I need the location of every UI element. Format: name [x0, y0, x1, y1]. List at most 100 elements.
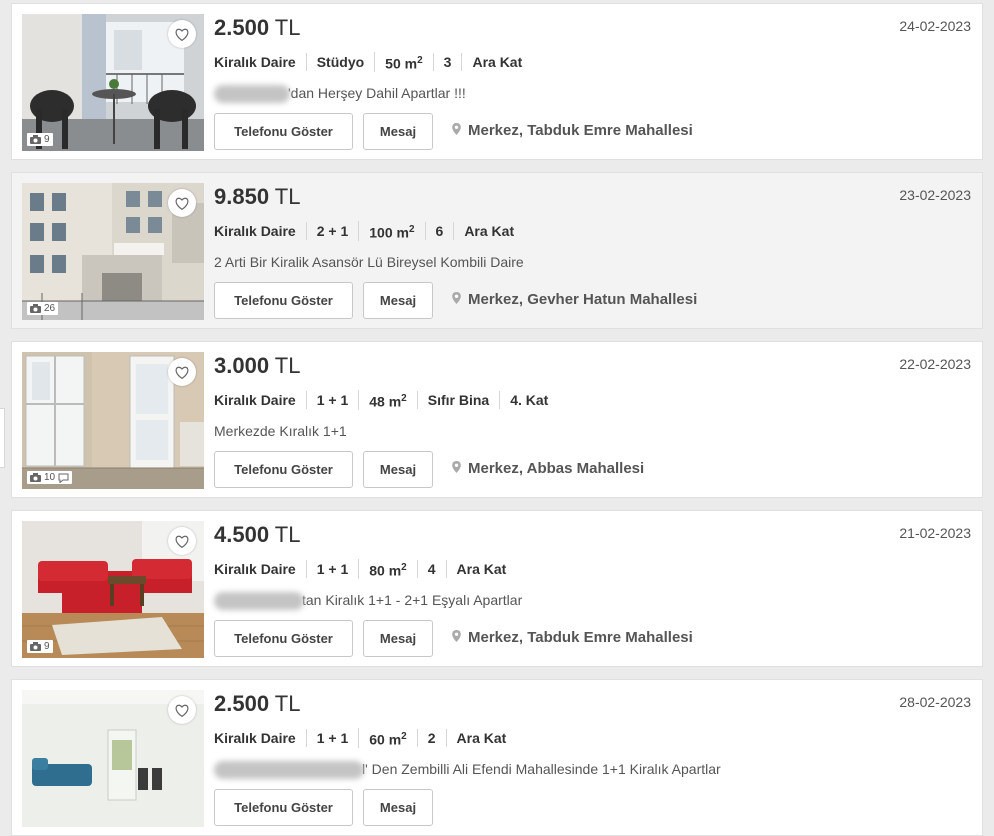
- listing-title[interactable]: Merkezde Kıralık 1+1: [214, 423, 347, 439]
- show-phone-button[interactable]: Telefonu Göster: [214, 451, 353, 488]
- listing-title-text: Merkezde Kıralık 1+1: [214, 423, 347, 439]
- message-button[interactable]: Mesaj: [363, 620, 433, 657]
- favorite-button[interactable]: [168, 358, 196, 386]
- price-amount: 3.000: [214, 353, 270, 378]
- price-amount: 9.850: [214, 184, 270, 209]
- listing-card[interactable]: 9 2.500 TL 24-02-2023 Kiralık Daire Stüd…: [11, 3, 983, 160]
- spec-area-value: 60 m: [369, 731, 402, 748]
- spec-rooms: Stüdyo: [305, 53, 374, 71]
- listing-title[interactable]: tan Kiralık 1+1 - 2+1 Eşyalı Apartlar: [214, 592, 523, 611]
- favorite-button[interactable]: [168, 696, 196, 724]
- spec-area: 80 m2: [358, 558, 416, 580]
- redacted-text: [214, 761, 364, 780]
- listing-date: 24-02-2023: [899, 18, 971, 34]
- redacted-text: [214, 85, 290, 104]
- spec-area-unit-sup: 2: [401, 730, 407, 742]
- map-pin-icon: [452, 629, 461, 646]
- message-button[interactable]: Mesaj: [363, 113, 433, 150]
- spec-area: 60 m2: [358, 727, 416, 749]
- spec-type: Kiralık Daire: [214, 54, 296, 70]
- photo-count: 26: [44, 303, 56, 314]
- spec-floor-count: 2: [416, 729, 446, 747]
- location-text: Merkez, Tabduk Emre Mahallesi: [468, 629, 693, 646]
- map-pin-icon: [452, 291, 461, 308]
- chat-bubble-icon: [58, 473, 69, 483]
- listing-card[interactable]: 2.500 TL 28-02-2023 Kiralık Daire 1 + 1 …: [11, 679, 983, 836]
- redacted-text: [214, 592, 304, 611]
- spec-rooms: 1 + 1: [305, 729, 359, 747]
- camera-icon: [30, 642, 41, 651]
- spec-area-value: 100 m: [369, 224, 409, 241]
- price: 2.500 TL: [214, 15, 300, 41]
- spec-floor: 4. Kat: [499, 391, 558, 409]
- listing-date: 21-02-2023: [899, 525, 971, 541]
- listing-title[interactable]: l' Den Zembilli Ali Efendi Mahallesinde …: [214, 761, 721, 780]
- price: 3.000 TL: [214, 353, 300, 379]
- camera-icon: [30, 135, 41, 144]
- spec-area: 48 m2: [358, 389, 416, 411]
- spec-area-value: 50 m: [385, 55, 418, 72]
- message-button[interactable]: Mesaj: [363, 451, 433, 488]
- listing-location: Merkez, Tabduk Emre Mahallesi: [452, 122, 693, 139]
- location-text: Merkez, Tabduk Emre Mahallesi: [468, 122, 693, 139]
- price: 2.500 TL: [214, 691, 300, 717]
- listing-title-text: l' Den Zembilli Ali Efendi Mahallesinde …: [362, 761, 721, 777]
- favorite-button[interactable]: [168, 20, 196, 48]
- show-phone-button[interactable]: Telefonu Göster: [214, 282, 353, 319]
- photo-count-badge: 9: [27, 133, 53, 146]
- spec-floor: Ara Kat: [461, 53, 532, 71]
- listing-date: 28-02-2023: [899, 694, 971, 710]
- listing-location: Merkez, Gevher Hatun Mahallesi: [452, 291, 697, 308]
- listing-card[interactable]: 9 4.500 TL 21-02-2023 Kiralık Daire 1 + …: [11, 510, 983, 667]
- side-panel-tab[interactable]: [0, 408, 5, 468]
- price: 9.850 TL: [214, 184, 300, 210]
- listing-photo[interactable]: 9: [22, 521, 204, 658]
- show-phone-button[interactable]: Telefonu Göster: [214, 113, 353, 150]
- spec-type: Kiralık Daire: [214, 392, 296, 408]
- spec-type: Kiralık Daire: [214, 561, 296, 577]
- listing-photo[interactable]: 9: [22, 14, 204, 151]
- listing-title[interactable]: 'dan Herşey Dahil Apartlar !!!: [214, 85, 466, 104]
- photo-count-badge: 26: [27, 302, 59, 315]
- spec-rooms: 2 + 1: [305, 222, 359, 240]
- favorite-button[interactable]: [168, 527, 196, 555]
- spec-rooms: 1 + 1: [305, 391, 359, 409]
- spec-floor: Ara Kat: [453, 222, 524, 240]
- spec-floor: Ara Kat: [445, 729, 517, 747]
- listing-specs: Kiralık Daire 1 + 1 80 m2 4 Ara Kat: [214, 558, 517, 580]
- listing-title[interactable]: 2 Arti Bir Kiralik Asansör Lü Bireysel K…: [214, 254, 524, 270]
- photo-count: 10: [44, 472, 56, 483]
- listing-title-text: 'dan Herşey Dahil Apartlar !!!: [288, 85, 466, 101]
- photo-count: 9: [44, 641, 50, 652]
- spec-area: 50 m2: [374, 51, 432, 73]
- spec-floor: Ara Kat: [445, 560, 517, 578]
- listing-title-text: tan Kiralık 1+1 - 2+1 Eşyalı Apartlar: [302, 592, 523, 608]
- heart-outline-icon: [175, 535, 189, 548]
- photo-count-badge: 9: [27, 640, 53, 653]
- favorite-button[interactable]: [168, 189, 196, 217]
- heart-outline-icon: [175, 197, 189, 210]
- message-button[interactable]: Mesaj: [363, 282, 433, 319]
- price-currency: TL: [274, 353, 301, 378]
- spec-area: 100 m2: [358, 220, 424, 242]
- listing-photo[interactable]: 10: [22, 352, 204, 489]
- spec-area-unit-sup: 2: [408, 223, 415, 235]
- listing-card[interactable]: 10 3.000 TL 22-02-2023 Kiralık Daire 1 +…: [11, 341, 983, 498]
- listing-photo[interactable]: [22, 690, 204, 827]
- location-text: Merkez, Gevher Hatun Mahallesi: [468, 291, 698, 308]
- spec-rooms: 1 + 1: [305, 560, 359, 578]
- camera-icon: [30, 304, 41, 313]
- spec-area-value: 80 m: [369, 562, 402, 579]
- listing-location: Merkez, Tabduk Emre Mahallesi: [452, 629, 693, 646]
- spec-floor-count: 3: [432, 53, 462, 71]
- map-pin-icon: [452, 460, 461, 477]
- show-phone-button[interactable]: Telefonu Göster: [214, 789, 353, 826]
- price-currency: TL: [274, 15, 301, 40]
- show-phone-button[interactable]: Telefonu Göster: [214, 620, 353, 657]
- price-currency: TL: [274, 184, 301, 209]
- listing-photo[interactable]: 26: [22, 183, 204, 320]
- message-button[interactable]: Mesaj: [363, 789, 433, 826]
- listing-card[interactable]: 26 9.850 TL 23-02-2023 Kiralık Daire 2 +…: [11, 172, 983, 329]
- price: 4.500 TL: [214, 522, 300, 548]
- spec-type: Kiralık Daire: [214, 730, 296, 746]
